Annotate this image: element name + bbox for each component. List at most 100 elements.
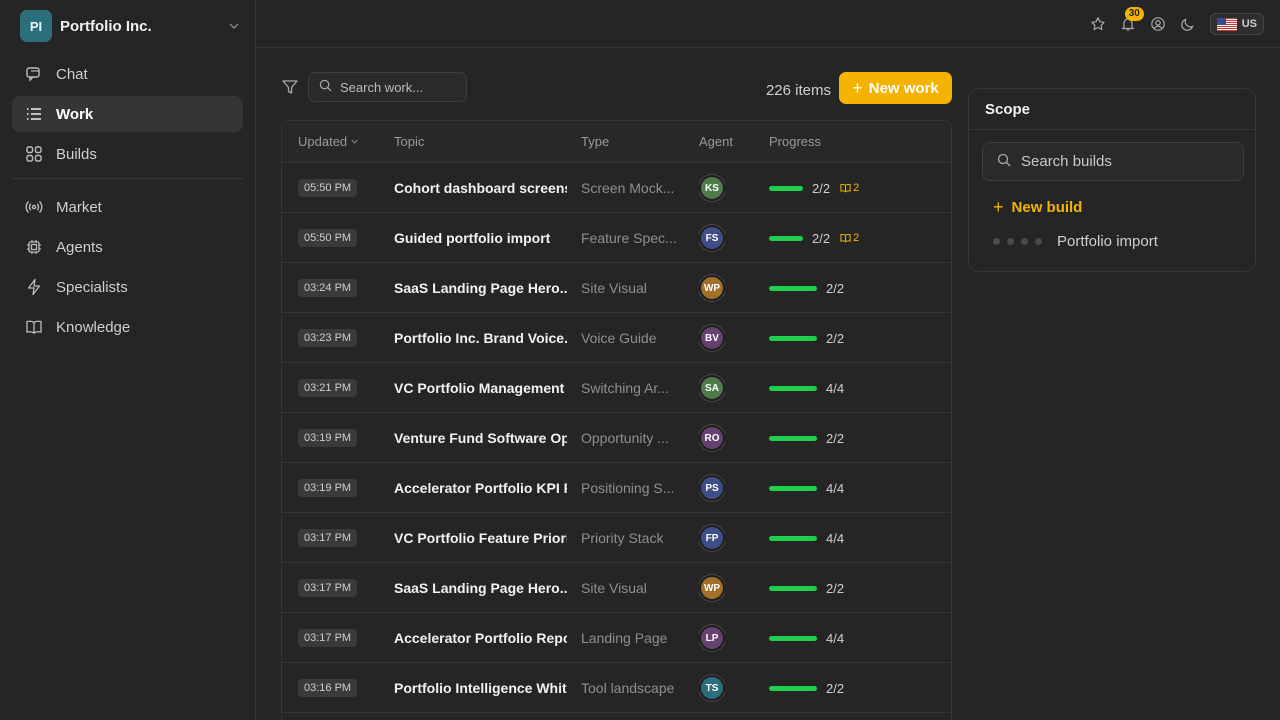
- nav-label: Agents: [56, 238, 103, 256]
- org-avatar: PI: [20, 10, 52, 42]
- progress-text: 4/4: [826, 380, 845, 396]
- updated-time: 03:23 PM: [298, 329, 358, 347]
- progress-bar: [769, 485, 817, 491]
- updated-time: 03:17 PM: [298, 629, 358, 647]
- build-item[interactable]: Portfolio import: [993, 233, 1158, 250]
- builds-search-input[interactable]: [1021, 153, 1231, 170]
- table-row[interactable]: 03:23 PM Portfolio Inc. Brand Voice... Voi…: [282, 313, 951, 363]
- nav-label: Market: [56, 198, 102, 216]
- nav-item-work[interactable]: Work: [12, 96, 243, 132]
- row-topic[interactable]: Accelerator Portfolio KPI F: [394, 480, 567, 496]
- filter-icon[interactable]: [281, 78, 299, 96]
- progress-bar: [769, 285, 817, 291]
- table-row[interactable]: 03:21 PM VC Portfolio Management Switching…: [282, 363, 951, 413]
- row-topic[interactable]: Guided portfolio import: [394, 230, 550, 246]
- nav-divider: [12, 178, 243, 179]
- progress-bar: [769, 685, 817, 691]
- agent-avatar[interactable]: LP: [699, 625, 725, 651]
- nav-item-specialists[interactable]: Specialists: [12, 269, 243, 305]
- build-label: Portfolio import: [1057, 233, 1158, 250]
- row-topic[interactable]: Venture Fund Software Op: [394, 430, 567, 446]
- table-header: Updated Topic Type Agent Progress: [282, 121, 951, 163]
- progress-bar: [769, 385, 817, 391]
- progress-bar: [769, 585, 817, 591]
- progress-text: 2/2: [826, 680, 845, 696]
- moon-icon[interactable]: [1176, 12, 1200, 36]
- docs-count: 2: [840, 232, 859, 244]
- row-topic[interactable]: Portfolio Inc. Brand Voice...: [394, 330, 567, 346]
- agent-avatar[interactable]: RO: [699, 425, 725, 451]
- table-row[interactable]: 05:50 PM Cohort dashboard screens Screen M…: [282, 163, 951, 213]
- nav-label: Chat: [56, 65, 88, 83]
- docs-count-label: 2: [853, 182, 860, 194]
- table-row[interactable]: 03:17 PM SaaS Landing Page Hero... Site Vi…: [282, 563, 951, 613]
- bolt-icon: [24, 277, 44, 297]
- table-row[interactable]: 05:50 PM Guided portfolio import Feature S…: [282, 213, 951, 263]
- row-topic[interactable]: Accelerator Portfolio Repo: [394, 630, 567, 646]
- table-row[interactable]: 03:19 PM Venture Fund Software Op Opportun…: [282, 413, 951, 463]
- agent-avatar[interactable]: TS: [699, 675, 725, 701]
- locale-selector[interactable]: US: [1209, 13, 1264, 35]
- column-topic[interactable]: Topic: [394, 134, 424, 149]
- row-topic[interactable]: Portfolio Intelligence Whit: [394, 680, 567, 696]
- notifications-bell-icon[interactable]: 30: [1116, 7, 1144, 36]
- agent-avatar[interactable]: PS: [699, 475, 725, 501]
- nav-item-builds[interactable]: Builds: [12, 136, 243, 172]
- agent-avatar[interactable]: KS: [699, 175, 725, 201]
- book-icon: [840, 233, 851, 243]
- user-circle-icon[interactable]: [1146, 12, 1170, 36]
- column-updated[interactable]: Updated: [298, 134, 359, 149]
- column-progress[interactable]: Progress: [769, 134, 821, 149]
- progress-text: 2/2: [826, 430, 845, 446]
- builds-search: [982, 142, 1244, 181]
- row-topic[interactable]: VC Portfolio Management: [394, 380, 564, 396]
- table-row[interactable]: 03:24 PM SaaS Landing Page Hero... Site Vi…: [282, 263, 951, 313]
- row-topic[interactable]: SaaS Landing Page Hero...: [394, 280, 567, 296]
- scope-title: Scope: [969, 89, 1255, 130]
- updated-time: 03:24 PM: [298, 279, 358, 297]
- progress-text: 2/2: [826, 330, 845, 346]
- row-topic[interactable]: Cohort dashboard screens: [394, 180, 567, 196]
- row-type: Feature Spec...: [581, 230, 677, 246]
- agent-avatar[interactable]: SA: [699, 375, 725, 401]
- column-label: Updated: [298, 134, 348, 149]
- chevron-down-icon: [226, 18, 242, 34]
- grid-icon: [24, 144, 44, 164]
- progress-bar: [769, 185, 803, 191]
- row-topic[interactable]: VC Portfolio Feature Priori: [394, 530, 567, 546]
- updated-time: 03:19 PM: [298, 479, 358, 497]
- table-row[interactable]: 03:16 PM Portfolio Intelligence Whit Tool …: [282, 663, 951, 713]
- row-type: Screen Mock...: [581, 180, 675, 196]
- progress-text: 2/2: [826, 280, 845, 296]
- column-agent[interactable]: Agent: [699, 134, 733, 149]
- star-icon[interactable]: [1086, 12, 1110, 36]
- column-type[interactable]: Type: [581, 134, 609, 149]
- search-input[interactable]: [340, 79, 458, 95]
- new-work-button[interactable]: + New work: [839, 72, 952, 104]
- locale-label: US: [1241, 18, 1257, 30]
- table-row[interactable]: 03:17 PM Accelerator Portfolio Repo Landin…: [282, 613, 951, 663]
- new-build-button[interactable]: + New build: [993, 197, 1082, 218]
- docs-count-label: 2: [853, 232, 860, 244]
- nav-item-market[interactable]: Market: [12, 189, 243, 225]
- docs-count: 2: [840, 182, 859, 194]
- progress-text: 4/4: [826, 630, 845, 646]
- row-topic[interactable]: SaaS Landing Page Hero...: [394, 580, 567, 596]
- agent-avatar[interactable]: FP: [699, 525, 725, 551]
- agent-avatar[interactable]: WP: [699, 575, 725, 601]
- search-icon: [997, 153, 1011, 170]
- nav-item-agents[interactable]: Agents: [12, 229, 243, 265]
- agent-avatar[interactable]: BV: [699, 325, 725, 351]
- table-row[interactable]: 03:17 PM VC Portfolio Feature Priori Prior…: [282, 513, 951, 563]
- updated-time: 03:19 PM: [298, 429, 358, 447]
- nav-item-knowledge[interactable]: Knowledge: [12, 309, 243, 345]
- agent-avatar[interactable]: FS: [699, 225, 725, 251]
- progress-text: 2/2: [812, 180, 831, 196]
- table-row[interactable]: 03:19 PM Accelerator Portfolio KPI F Posit…: [282, 463, 951, 513]
- row-type: Positioning S...: [581, 480, 675, 496]
- nav-item-chat[interactable]: Chat: [12, 56, 243, 92]
- org-switcher[interactable]: PI Portfolio Inc.: [20, 10, 242, 42]
- sidebar: PI Portfolio Inc. Chat Work Builds Marke…: [0, 0, 256, 720]
- progress-text: 4/4: [826, 480, 845, 496]
- agent-avatar[interactable]: WP: [699, 275, 725, 301]
